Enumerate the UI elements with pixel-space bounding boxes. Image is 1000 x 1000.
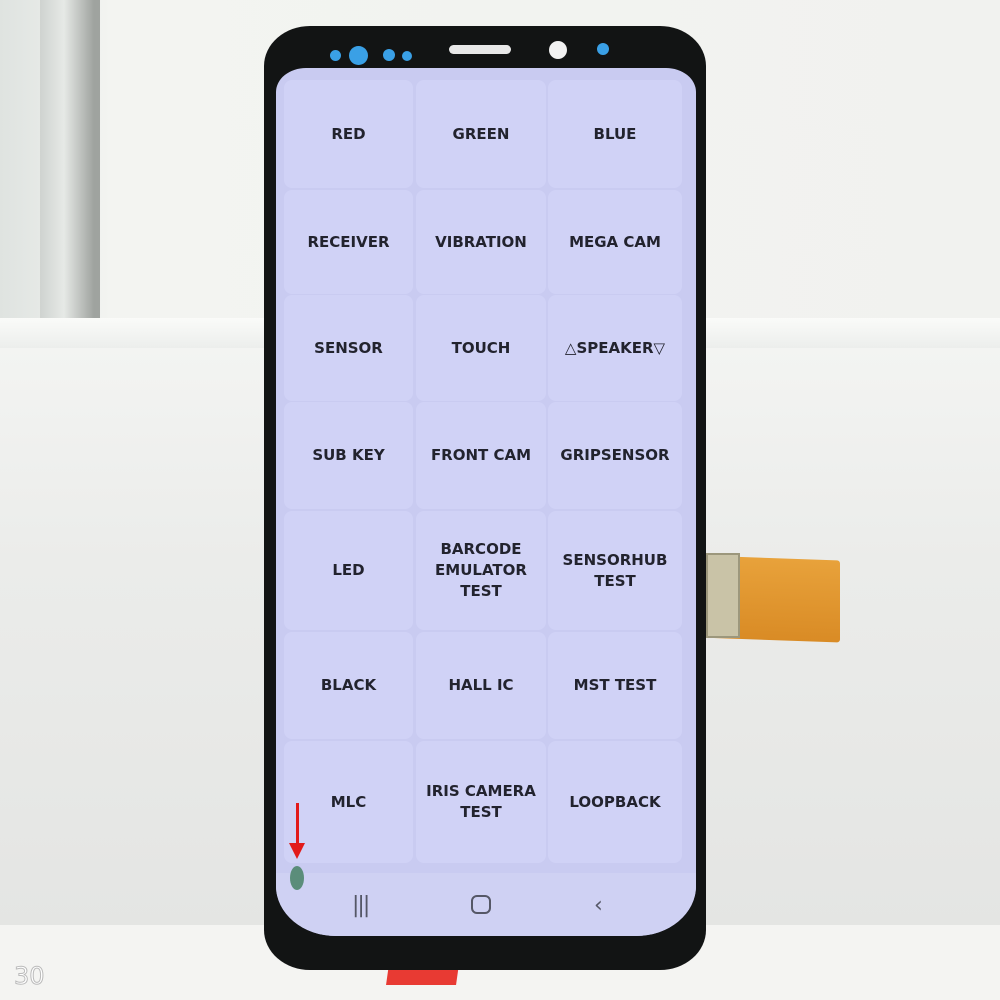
background-pole: [40, 0, 100, 320]
test-item-front-cam[interactable]: FRONT CAM: [416, 402, 546, 509]
annotation-arrow: [296, 803, 299, 845]
test-item-mega-cam[interactable]: MEGA CAM: [548, 190, 682, 294]
iris-camera-icon: [349, 46, 368, 65]
dead-pixel-spot: [290, 866, 304, 890]
test-item-iris-camera-test[interactable]: IRIS CAMERA TEST: [416, 741, 546, 863]
test-item-touch[interactable]: TOUCH: [416, 295, 546, 401]
sensor-icon: [597, 43, 609, 55]
home-icon[interactable]: [471, 895, 491, 914]
sensor-icon: [402, 51, 412, 61]
recents-icon[interactable]: |||: [352, 893, 370, 918]
test-item-red[interactable]: RED: [284, 80, 413, 188]
test-item-gripsensor[interactable]: GRIPSENSOR: [548, 402, 682, 509]
test-item-sensor[interactable]: SENSOR: [284, 295, 413, 401]
back-icon[interactable]: ‹: [594, 893, 603, 918]
sensor-icon: [330, 50, 341, 61]
test-item-blue[interactable]: BLUE: [548, 80, 682, 188]
test-item-loopback[interactable]: LOOPBACK: [548, 741, 682, 863]
test-item-black[interactable]: BLACK: [284, 632, 413, 739]
test-item-led[interactable]: LED: [284, 511, 413, 630]
flex-connector: [706, 553, 740, 638]
test-item-speaker[interactable]: △SPEAKER▽: [548, 295, 682, 401]
test-item-mst-test[interactable]: MST TEST: [548, 632, 682, 739]
phone-screen: ||| ‹ RED GREEN BLUE RECEIVER VIBRATION MEGA …: [276, 68, 696, 936]
test-item-hall-ic[interactable]: HALL IC: [416, 632, 546, 739]
test-item-green[interactable]: GREEN: [416, 80, 546, 188]
test-item-barcode-emulator-test[interactable]: BARCODE EMULATOR TEST: [416, 511, 546, 630]
test-item-receiver[interactable]: RECEIVER: [284, 190, 413, 294]
frame-number: 30: [14, 962, 46, 991]
arrow-down-icon: [289, 843, 305, 859]
test-item-sensorhub-test[interactable]: SENSORHUB TEST: [548, 511, 682, 630]
front-camera-icon: [549, 41, 567, 59]
sensor-icon: [383, 49, 395, 61]
navigation-bar: ||| ‹: [276, 873, 696, 936]
earpiece-speaker: [449, 45, 511, 54]
test-item-vibration[interactable]: VIBRATION: [416, 190, 546, 294]
test-item-sub-key[interactable]: SUB KEY: [284, 402, 413, 509]
